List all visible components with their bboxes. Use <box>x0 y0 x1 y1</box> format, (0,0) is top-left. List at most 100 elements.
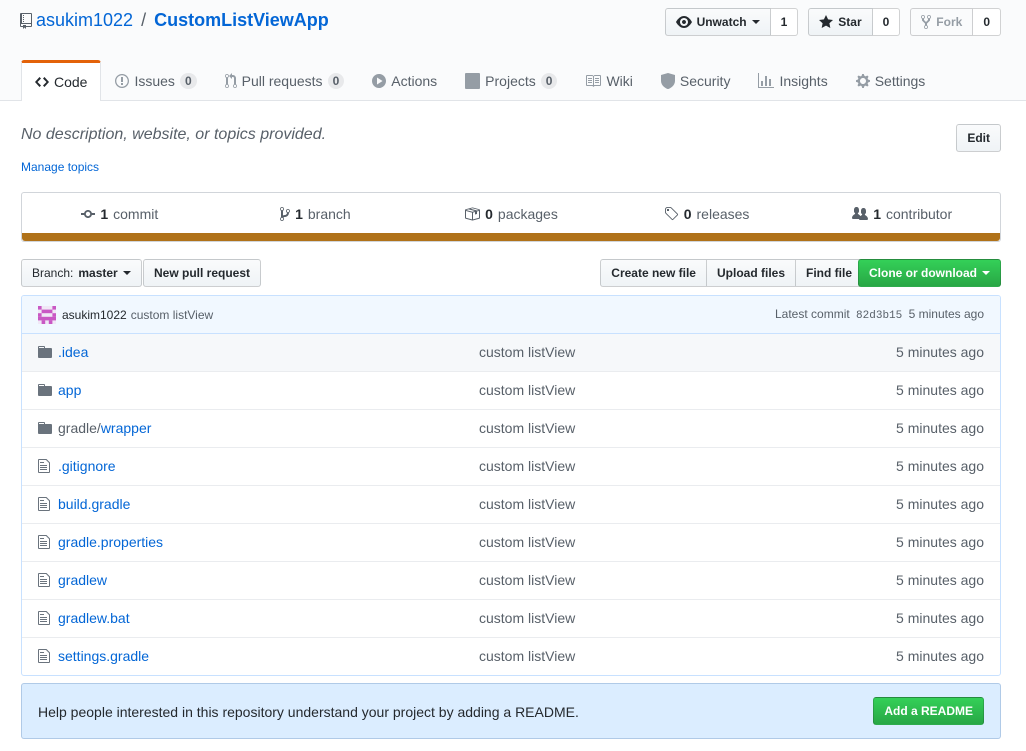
caret-down-icon <box>751 19 760 25</box>
new-pull-request-button[interactable]: New pull request <box>143 259 262 287</box>
tab-insights[interactable]: Insights <box>744 60 841 100</box>
clone-label: Clone or download <box>869 266 977 280</box>
repo-title: asukim1022 / CustomListViewApp <box>20 10 329 31</box>
commits-link[interactable]: 1 commit <box>22 193 218 235</box>
file-commit-message-link[interactable]: custom listView <box>479 344 575 360</box>
commit-age: 5 minutes ago <box>908 307 984 321</box>
find-file-button[interactable]: Find file <box>795 259 863 287</box>
table-row: gradlew.bat custom listView 5 minutes ago <box>22 599 1000 637</box>
file-icon <box>38 458 50 474</box>
packages-count: 0 <box>485 206 493 222</box>
file-icon <box>38 534 50 550</box>
table-row: gradle.properties custom listView 5 minute… <box>22 523 1000 561</box>
file-age: 5 minutes ago <box>896 572 984 588</box>
file-commit-message-link[interactable]: custom listView <box>479 610 575 626</box>
table-row: .gitignore custom listView 5 minutes ago <box>22 447 1000 485</box>
numbers-summary: 1 commit 1 branch 0 packages 0 releases … <box>21 192 1001 242</box>
branch-prefix: Branch: <box>32 266 74 280</box>
file-age: 5 minutes ago <box>896 458 984 474</box>
file-commit-message-link[interactable]: custom listView <box>479 534 575 550</box>
tab-projects-label: Projects <box>485 72 536 89</box>
file-commit-message-link[interactable]: custom listView <box>479 420 575 436</box>
releases-link[interactable]: 0 releases <box>609 193 805 235</box>
table-row: gradlew custom listView 5 minutes ago <box>22 561 1000 599</box>
caret-down-icon <box>982 270 990 276</box>
add-readme-button[interactable]: Add a README <box>873 697 984 725</box>
file-commit-message-link[interactable]: custom listView <box>479 458 575 474</box>
file-name-text: app <box>58 382 82 398</box>
file-name-link[interactable]: gradlew.bat <box>58 610 130 626</box>
tab-code[interactable]: Code <box>21 60 102 101</box>
commit-sha-link[interactable]: 82d3b15 <box>856 310 902 322</box>
file-name-link[interactable]: build.gradle <box>58 496 130 512</box>
star-button[interactable]: Star <box>808 8 873 36</box>
tab-settings[interactable]: Settings <box>842 60 940 100</box>
forks-count[interactable]: 0 <box>973 8 1001 36</box>
folder-icon <box>38 382 52 398</box>
contributors-link[interactable]: 1 contributor <box>804 193 1000 235</box>
commits-label: commit <box>113 206 159 222</box>
pull-requests-counter: 0 <box>327 72 345 89</box>
avatar[interactable] <box>38 305 56 324</box>
packages-link[interactable]: 0 packages <box>413 193 609 235</box>
folder-icon <box>38 420 52 436</box>
fork-label: Fork <box>936 15 963 29</box>
file-age: 5 minutes ago <box>896 648 984 664</box>
upload-files-button[interactable]: Upload files <box>705 259 796 287</box>
repo-owner-link[interactable]: asukim1022 <box>36 10 133 31</box>
tab-security[interactable]: Security <box>647 60 745 100</box>
tab-pull-requests[interactable]: Pull requests 0 <box>211 60 359 100</box>
fork-button[interactable]: Fork <box>910 8 974 36</box>
branch-select-button[interactable]: Branch: master <box>21 259 142 287</box>
clone-or-download-button[interactable]: Clone or download <box>858 259 1001 287</box>
file-name-link[interactable]: app <box>58 382 81 398</box>
file-name-link[interactable]: gradlew <box>58 572 107 588</box>
issue-icon <box>115 73 130 89</box>
latest-commit: Latest commit 82d3b15 5 minutes ago <box>775 307 984 322</box>
unwatch-button[interactable]: Unwatch <box>664 8 771 36</box>
releases-label: releases <box>696 206 750 222</box>
tab-security-label: Security <box>679 72 731 89</box>
tab-issues-label: Issues <box>134 72 175 89</box>
people-icon <box>852 206 869 222</box>
table-row: settings.gradle custom listView 5 minutes … <box>22 637 1000 675</box>
table-row: app custom listView 5 minutes ago <box>22 371 1000 409</box>
file-commit-message-link[interactable]: custom listView <box>479 382 575 398</box>
commit-message-link[interactable]: custom listView <box>131 308 213 322</box>
repo-description: No description, website, or topics provi… <box>21 126 327 143</box>
file-age: 5 minutes ago <box>896 610 984 626</box>
stars-count[interactable]: 0 <box>872 8 901 36</box>
commit-author-link[interactable]: asukim1022 <box>62 308 127 322</box>
file-name-link[interactable]: .idea <box>58 344 88 360</box>
file-name-link[interactable]: gradle/wrapper <box>58 420 151 436</box>
file-icon <box>38 572 50 588</box>
tab-actions[interactable]: Actions <box>358 60 451 100</box>
tab-insights-label: Insights <box>779 72 828 89</box>
edit-description-button[interactable]: Edit <box>956 124 1001 152</box>
repo-name-link[interactable]: CustomListViewApp <box>154 10 329 31</box>
tab-projects[interactable]: Projects 0 <box>451 60 571 100</box>
branch-name: master <box>78 266 118 280</box>
file-name-link[interactable]: .gitignore <box>58 458 116 474</box>
manage-topics-link[interactable]: Manage topics <box>21 160 99 174</box>
tab-wiki[interactable]: Wiki <box>571 60 646 100</box>
create-new-file-button[interactable]: Create new file <box>600 259 707 287</box>
watchers-count[interactable]: 1 <box>770 8 799 36</box>
file-commit-message-link[interactable]: custom listView <box>479 572 575 588</box>
file-commit-message-link[interactable]: custom listView <box>479 496 575 512</box>
file-name-link[interactable]: gradle.properties <box>58 534 163 550</box>
language-bar[interactable] <box>22 233 1000 241</box>
file-name-link[interactable]: settings.gradle <box>58 648 149 664</box>
file-age: 5 minutes ago <box>896 496 984 512</box>
repo-separator: / <box>141 10 147 30</box>
releases-count: 0 <box>683 206 692 222</box>
branches-link[interactable]: 1 branch <box>218 193 414 235</box>
file-icon <box>38 496 50 512</box>
packages-label: packages <box>497 206 558 222</box>
branches-label: branch <box>307 206 351 222</box>
tab-issues[interactable]: Issues 0 <box>101 60 210 100</box>
repo-icon <box>20 12 32 29</box>
table-row: build.gradle custom listView 5 minutes ago <box>22 485 1000 523</box>
commit-icon <box>81 206 96 222</box>
file-commit-message-link[interactable]: custom listView <box>479 648 575 664</box>
